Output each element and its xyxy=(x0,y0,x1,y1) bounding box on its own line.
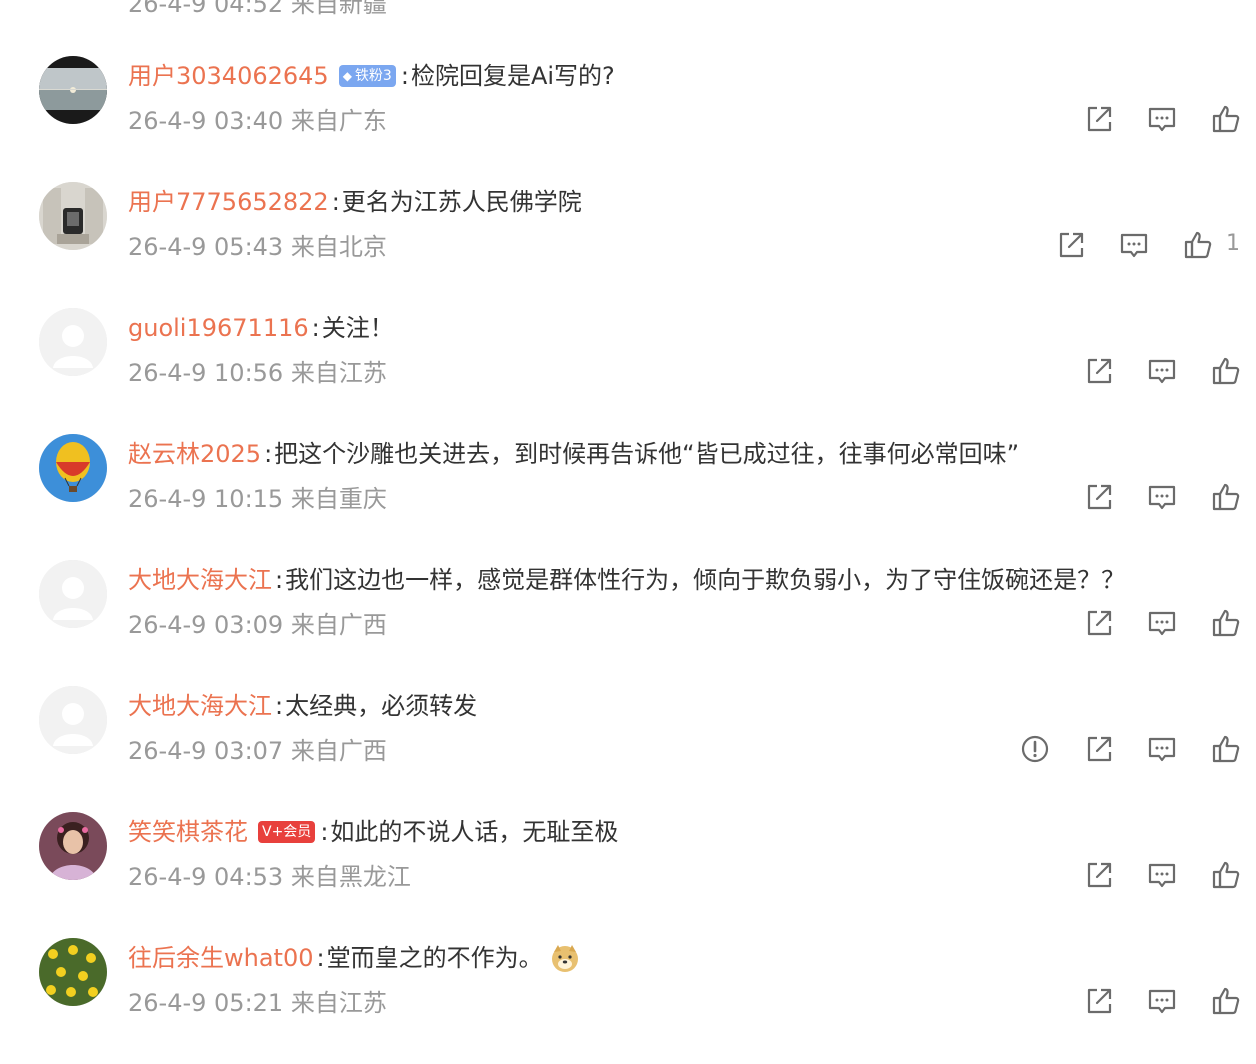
comment-item: 用户3034062645 ◆ 铁粉3 : 检院回复是Ai写的? 26-4-9 03… xyxy=(0,56,1256,182)
colon-separator: : xyxy=(320,818,329,846)
username-link[interactable]: 大地大海大江 xyxy=(128,691,272,721)
like-icon[interactable] xyxy=(1210,103,1242,135)
colon-separator: : xyxy=(331,188,340,216)
share-icon[interactable] xyxy=(1083,481,1115,513)
share-icon[interactable] xyxy=(1083,355,1115,387)
share-icon[interactable] xyxy=(1083,985,1115,1017)
comment-content: 往后余生what00 : 堂而皇之的不作为。 xyxy=(128,940,581,976)
comment-content: 用户3034062645 ◆ 铁粉3 : 检院回复是Ai写的? xyxy=(128,58,615,94)
username-link[interactable]: 赵云林2025 xyxy=(128,439,261,469)
comment-actions xyxy=(0,355,1256,391)
colon-separator: : xyxy=(316,944,325,972)
like-icon[interactable] xyxy=(1210,355,1242,387)
comment-actions xyxy=(0,733,1256,769)
vip-badge[interactable]: V+会员 xyxy=(258,821,316,843)
like-icon[interactable] xyxy=(1210,985,1242,1017)
doge-emoji-icon xyxy=(549,942,581,974)
username-link[interactable]: 往后余生what00 xyxy=(128,943,314,973)
fan-badge[interactable]: ◆ 铁粉3 xyxy=(338,65,396,87)
colon-separator: : xyxy=(400,62,409,90)
comment-icon[interactable] xyxy=(1146,985,1178,1017)
comment-item: 大地大海大江 : 我们这边也一样，感觉是群体性行为，倾向于欺负弱小，为了守住饭碗… xyxy=(0,560,1256,686)
report-icon[interactable] xyxy=(1019,733,1051,765)
username-link[interactable]: 用户7775652822 xyxy=(128,187,329,217)
comment-text: 太经典，必须转发 xyxy=(285,692,478,720)
comment-content: 赵云林2025 : 把这个沙雕也关进去，到时候再告诉他“皆已成过往，往事何必常回… xyxy=(128,436,1019,472)
comment-actions xyxy=(0,607,1256,643)
comment-item: guoli19671116 : 关注！ 26-4-9 10:56 来自江苏 xyxy=(0,308,1256,434)
comment-content: 大地大海大江 : 太经典，必须转发 xyxy=(128,688,477,724)
comment-item: 用户7775652822 : 更名为江苏人民佛学院 26-4-9 05:43 来… xyxy=(0,182,1256,308)
comment-icon[interactable] xyxy=(1146,103,1178,135)
share-icon[interactable] xyxy=(1083,607,1115,639)
like-count: 1 xyxy=(1226,231,1240,256)
share-icon[interactable] xyxy=(1083,733,1115,765)
comment-content: 用户7775652822 : 更名为江苏人民佛学院 xyxy=(128,184,582,220)
comment-icon[interactable] xyxy=(1146,607,1178,639)
comment-text: 如此的不说人话，无耻至极 xyxy=(330,818,619,846)
share-icon[interactable] xyxy=(1083,859,1115,891)
colon-separator: : xyxy=(264,440,273,468)
like-icon[interactable] xyxy=(1210,481,1242,513)
comment-content: 大地大海大江 : 我们这边也一样，感觉是群体性行为，倾向于欺负弱小，为了守住饭碗… xyxy=(128,562,1125,598)
comment-actions: 1 xyxy=(0,229,1256,265)
comment-content: guoli19671116 : 关注！ xyxy=(128,310,394,346)
comment-actions xyxy=(0,985,1256,1021)
comment-text: 检院回复是Ai写的? xyxy=(410,62,615,90)
fan-badge-label: 铁粉3 xyxy=(354,68,392,84)
share-icon[interactable] xyxy=(1055,229,1087,261)
comment-icon[interactable] xyxy=(1146,481,1178,513)
partial-comment-row: 26-4-9 04:52 来自新疆 xyxy=(0,0,1256,18)
comment-item: 大地大海大江 : 太经典，必须转发 26-4-9 03:07 来自广西 xyxy=(0,686,1256,812)
comment-text: 更名为江苏人民佛学院 xyxy=(341,188,582,216)
username-link[interactable]: 笑笑棋茶花 xyxy=(128,817,248,847)
comment-text: 把这个沙雕也关进去，到时候再告诉他“皆已成过往，往事何必常回味” xyxy=(274,440,1020,468)
username-link[interactable]: guoli19671116 xyxy=(128,313,309,343)
share-icon[interactable] xyxy=(1083,103,1115,135)
like-icon[interactable] xyxy=(1210,607,1242,639)
comment-text: 堂而皇之的不作为。 xyxy=(326,944,543,972)
comment-actions xyxy=(0,481,1256,517)
colon-separator: : xyxy=(275,692,284,720)
comment-item: 往后余生what00 : 堂而皇之的不作为。 26-4-9 05:21 来自江苏 xyxy=(0,938,1256,1064)
comment-meta: 26-4-9 04:52 来自新疆 xyxy=(128,0,387,18)
comment-icon[interactable] xyxy=(1118,229,1150,261)
comment-actions xyxy=(0,859,1256,895)
colon-separator: : xyxy=(275,566,284,594)
username-link[interactable]: 用户3034062645 xyxy=(128,61,329,91)
comment-actions xyxy=(0,103,1256,139)
like-icon[interactable] xyxy=(1182,229,1214,261)
username-link[interactable]: 大地大海大江 xyxy=(128,565,272,595)
like-icon[interactable] xyxy=(1210,859,1242,891)
comment-text: 我们这边也一样，感觉是群体性行为，倾向于欺负弱小，为了守住饭碗还是？？ xyxy=(285,566,1126,594)
diamond-icon: ◆ xyxy=(342,69,352,83)
comment-text: 关注！ xyxy=(321,314,394,342)
comment-icon[interactable] xyxy=(1146,733,1178,765)
like-icon[interactable] xyxy=(1210,733,1242,765)
colon-separator: : xyxy=(311,314,320,342)
comment-icon[interactable] xyxy=(1146,355,1178,387)
comment-content: 笑笑棋茶花 V+会员 : 如此的不说人话，无耻至极 xyxy=(128,814,618,850)
comment-item: 赵云林2025 : 把这个沙雕也关进去，到时候再告诉他“皆已成过往，往事何必常回… xyxy=(0,434,1256,560)
comment-item: 笑笑棋茶花 V+会员 : 如此的不说人话，无耻至极 26-4-9 04:53 来… xyxy=(0,812,1256,938)
comment-icon[interactable] xyxy=(1146,859,1178,891)
